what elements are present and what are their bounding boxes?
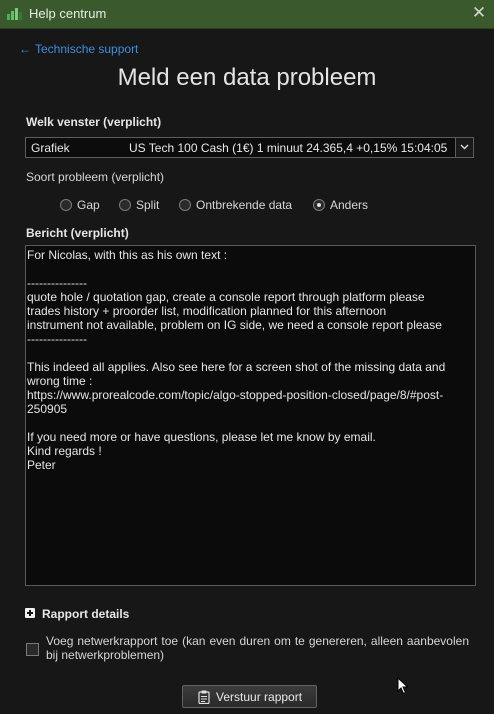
message-label: Bericht (verplicht) — [26, 226, 129, 240]
dropdown-button[interactable] — [455, 138, 473, 157]
close-icon: ✕ — [471, 3, 487, 22]
close-button[interactable]: ✕ — [470, 3, 488, 23]
window-title: Help centrum — [29, 6, 107, 21]
report-details-label: Rapport details — [42, 607, 130, 621]
radio-label: Gap — [77, 198, 100, 212]
submit-report-label: Verstuur rapport — [216, 690, 303, 704]
window-select-type: Grafiek — [31, 141, 70, 155]
submit-report-button[interactable]: Verstuur rapport — [182, 685, 317, 708]
radio-dot — [179, 199, 191, 211]
message-textarea[interactable]: For Nicolas, with this as his own text :… — [25, 245, 476, 586]
app-logo-icon — [7, 8, 22, 20]
back-link[interactable]: ← Technische support — [19, 42, 138, 56]
problem-type-label: Soort probleem (verplicht) — [26, 170, 165, 184]
window-select[interactable]: Grafiek US Tech 100 Cash (1€) 1 minuut 2… — [25, 137, 474, 158]
chevron-down-icon — [460, 144, 469, 150]
radio-label: Split — [136, 198, 160, 212]
radio-dot — [119, 199, 131, 211]
radio-label: Anders — [330, 198, 369, 212]
mouse-cursor-icon — [397, 677, 409, 695]
back-link-label: Technische support — [35, 42, 139, 56]
window-label: Welk venster (verplicht) — [26, 115, 162, 129]
network-report-label: Voeg netwerkrapport toe (kan even duren … — [46, 634, 469, 662]
clipboard-icon — [198, 690, 210, 704]
title-bar: Help centrum ✕ — [0, 0, 494, 29]
window-select-value: US Tech 100 Cash (1€) 1 minuut 24.365,4 … — [129, 141, 448, 155]
expand-plus-icon — [25, 608, 35, 618]
radio-label: Ontbrekende data — [196, 198, 293, 212]
radio-dot — [60, 199, 72, 211]
radio-dot-selected — [313, 199, 325, 211]
page-title: Meld een data probleem — [117, 64, 377, 91]
arrow-left-icon: ← — [19, 42, 31, 56]
network-report-checkbox[interactable] — [26, 643, 39, 656]
